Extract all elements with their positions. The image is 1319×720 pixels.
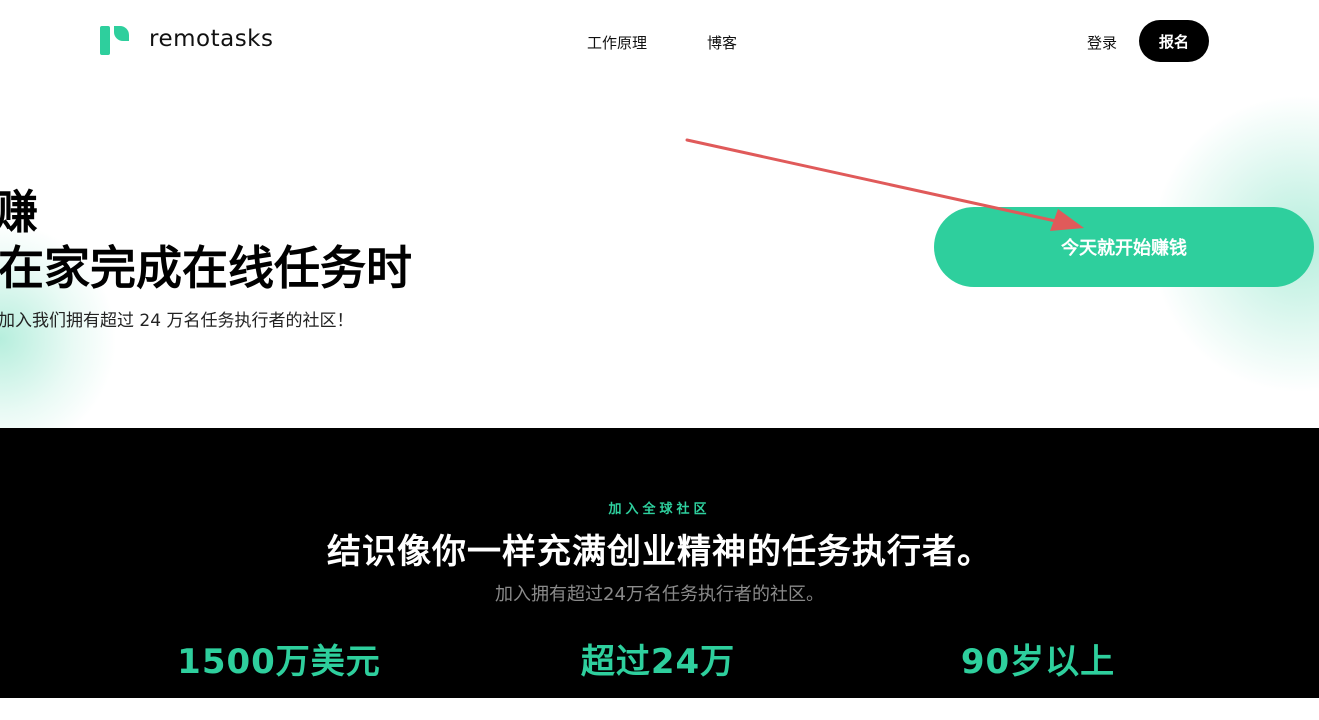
- hero-subtitle: 加入我们拥有超过 24 万名任务执行者的社区！: [0, 311, 354, 331]
- logo-icon: [100, 26, 130, 56]
- stat-total-taskers: 超过24万 总任务者: [478, 634, 838, 720]
- community-title: 结识像你一样充满创业精神的任务执行者。: [327, 532, 992, 572]
- stat-label: 国家: [1021, 700, 1055, 720]
- remotasks-logo[interactable]: remotasks: [100, 26, 273, 56]
- signup-button[interactable]: 报名: [1139, 20, 1209, 62]
- community-section: 加入全球社区 结识像你一样充满创业精神的任务执行者。 加入拥有超过24万名任务执…: [0, 428, 1319, 720]
- stat-value: 超过24万: [580, 642, 736, 682]
- start-earning-button[interactable]: 今天就开始赚钱: [934, 207, 1314, 287]
- community-subtitle: 加入拥有超过24万名任务执行者的社区。: [495, 584, 824, 605]
- stat-total-income: 1500万美元 总收入: [99, 634, 459, 720]
- login-link[interactable]: 登录: [1087, 32, 1117, 53]
- nav-how-it-works[interactable]: 工作原理: [587, 32, 647, 53]
- stat-label: 总收入: [253, 700, 305, 720]
- stat-label: 总任务者: [624, 700, 692, 720]
- hero-section: 赚 在家完成在线任务时 加入我们拥有超过 24 万名任务执行者的社区！ 今天就开…: [0, 84, 1319, 428]
- nav-blog[interactable]: 博客: [707, 32, 737, 53]
- stat-countries: 90岁以上 国家: [858, 634, 1218, 720]
- logo-text: remotasks: [149, 26, 274, 52]
- hero-title-line2: 在家完成在线任务时: [0, 241, 412, 295]
- community-eyebrow: 加入全球社区: [608, 502, 711, 517]
- site-header: remotasks 工作原理 博客 登录 报名: [0, 0, 1319, 84]
- stat-value: 90岁以上: [960, 642, 1116, 682]
- stat-value: 1500万美元: [177, 642, 381, 682]
